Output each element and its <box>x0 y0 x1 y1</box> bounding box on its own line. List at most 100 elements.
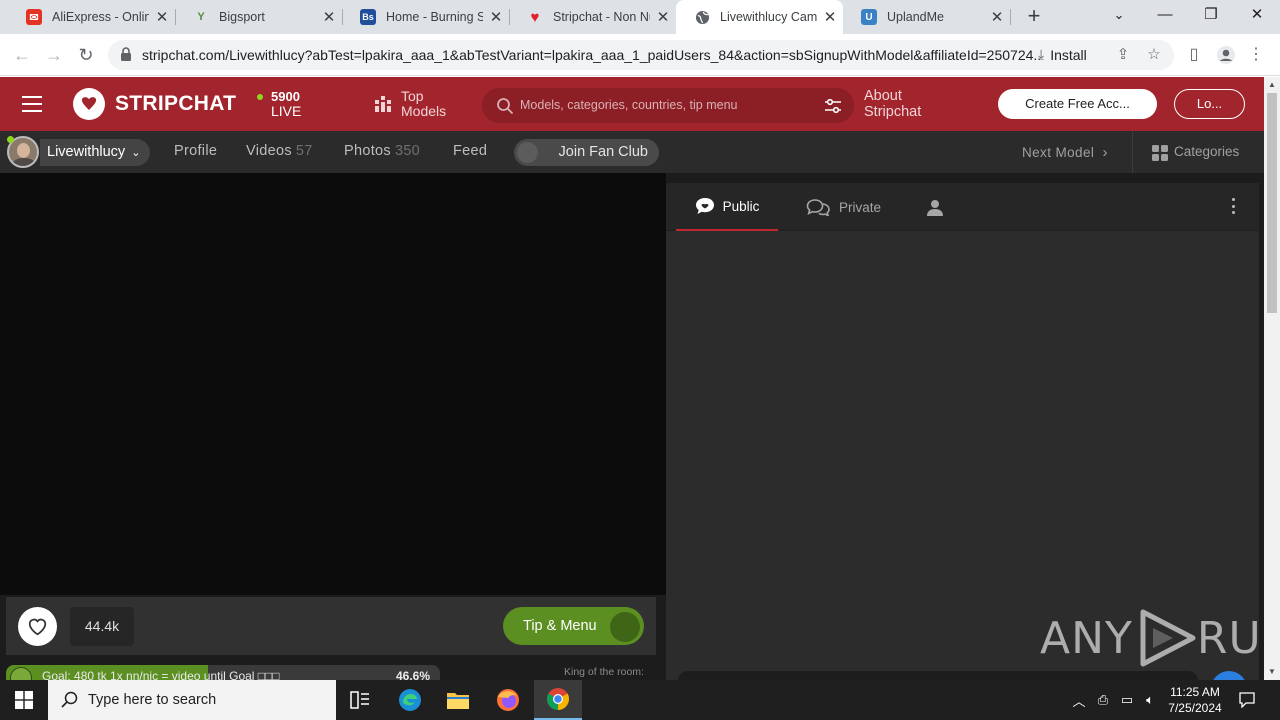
firefox-icon[interactable] <box>484 680 532 720</box>
side-panel-icon[interactable]: ▯ <box>1183 44 1205 66</box>
next-model-button[interactable]: Next Model › <box>1022 144 1108 161</box>
photos-link[interactable]: Photos 350 <box>344 143 420 159</box>
file-explorer-icon[interactable] <box>434 680 482 720</box>
browser-tab-uplandme[interactable]: U UplandMe ✕ <box>843 0 1010 34</box>
volume-icon[interactable]: 🔈︎ <box>1140 680 1160 720</box>
tab-public-chat[interactable]: Public <box>676 183 778 231</box>
tab-title: UplandMe <box>887 10 944 24</box>
edge-icon[interactable] <box>386 680 434 720</box>
about-stripchat-link[interactable]: About Stripchat <box>864 88 921 120</box>
tab-search-icon[interactable]: ⌄ <box>1096 0 1142 30</box>
taskbar-search-input[interactable]: Type here to search <box>48 680 336 720</box>
categories-button[interactable]: Categories <box>1132 131 1264 173</box>
tip-menu-button[interactable]: Tip & Menu <box>503 607 644 645</box>
tab-title: Home - Burning S <box>386 10 483 24</box>
videos-link[interactable]: Videos 57 <box>246 143 313 159</box>
tab-private-chat[interactable]: Private <box>806 183 881 231</box>
uplandme-icon: U <box>861 9 877 25</box>
join-fan-club-button[interactable]: Join Fan Club <box>514 139 659 166</box>
close-tab-icon[interactable]: ✕ <box>149 8 175 26</box>
filter-sliders-icon[interactable] <box>824 97 842 115</box>
browser-tab-aliexpress[interactable]: ✉ AliExpress - Online ✕ <box>8 0 175 34</box>
url-text[interactable]: stripchat.com/Livewithlucy?abTest=lpakir… <box>142 47 1042 63</box>
close-tab-icon[interactable]: ✕ <box>984 8 1010 26</box>
forward-button[interactable]: → <box>42 43 66 67</box>
tab-title: AliExpress - Online <box>52 10 149 24</box>
chat-menu-kebab-icon[interactable] <box>1232 198 1236 216</box>
scrollbar-thumb[interactable] <box>1267 93 1277 313</box>
fan-club-toggle-knob <box>517 142 538 163</box>
task-view-icon[interactable] <box>336 680 384 720</box>
browser-tab-burning[interactable]: Bs Home - Burning S ✕ <box>342 0 509 34</box>
taskbar-search-placeholder: Type here to search <box>88 692 217 708</box>
close-tab-icon[interactable]: ✕ <box>817 8 843 26</box>
live-dot-icon <box>257 94 263 100</box>
bookmark-star-icon[interactable]: ☆ <box>1145 46 1163 64</box>
browser-tab-livewithlucy[interactable]: Livewithlucy Cam ✕ <box>676 0 843 34</box>
notifications-icon[interactable] <box>1236 680 1258 720</box>
tray-chevron-up-icon[interactable]: ︿ <box>1070 680 1088 720</box>
chrome-icon[interactable] <box>534 680 582 720</box>
scroll-down-icon[interactable]: ▼ <box>1267 667 1277 677</box>
model-name: Livewithlucy <box>47 144 126 160</box>
minimize-button[interactable]: — <box>1142 0 1188 30</box>
about-line1: About <box>864 88 902 104</box>
network-icon[interactable]: ▭ <box>1118 680 1136 720</box>
site-search-input[interactable]: Models, categories, countries, tip menu <box>482 88 854 123</box>
browser-toolbar: ← → ↻ stripchat.com/Livewithlucy?abTest=… <box>0 34 1280 76</box>
share-icon[interactable]: ⇪ <box>1114 46 1132 64</box>
browser-tab-stripchat[interactable]: ♥ Stripchat - Non Nu ✕ <box>509 0 676 34</box>
chevron-down-icon: ⌄ <box>131 147 141 159</box>
address-bar[interactable]: stripchat.com/Livewithlucy?abTest=lpakir… <box>108 40 1174 70</box>
top-models-icon <box>375 96 391 112</box>
new-tab-button[interactable]: + <box>1022 4 1046 28</box>
lock-icon <box>121 47 131 61</box>
king-of-room-label: King of the room: <box>564 666 644 678</box>
chat-panel: Public Private <box>666 183 1259 707</box>
chat-bubble-icon <box>695 198 714 214</box>
stripchat-logo[interactable]: STRIPCHAT <box>73 88 236 120</box>
private-chat-icon <box>806 199 830 216</box>
about-line2: Stripchat <box>864 104 922 120</box>
close-tab-icon[interactable]: ✕ <box>650 8 676 26</box>
online-status-dot <box>7 136 14 143</box>
back-button[interactable]: ← <box>10 43 34 67</box>
categories-label: Categories <box>1174 144 1240 159</box>
page-scrollbar[interactable]: ▲ ▼ <box>1264 77 1280 680</box>
close-window-button[interactable]: ✕ <box>1234 0 1280 30</box>
tray-network-device-icon[interactable]: ⎙ <box>1094 680 1112 720</box>
tab-users[interactable] <box>927 183 951 231</box>
top-models-link[interactable]: Top Models <box>375 89 446 119</box>
hamburger-menu-icon[interactable] <box>22 96 42 112</box>
model-name-dropdown[interactable]: Livewithlucy ⌄ <box>40 139 150 166</box>
feed-link[interactable]: Feed <box>453 143 487 159</box>
tab-title: Bigsport <box>219 10 265 24</box>
favorite-button[interactable] <box>18 607 57 646</box>
windows-start-button[interactable] <box>0 680 48 720</box>
browser-tab-bigsport[interactable]: Y Bigsport ✕ <box>175 0 342 34</box>
taskbar-clock[interactable]: 11:25 AM 7/25/2024 <box>1160 684 1230 716</box>
scroll-up-icon[interactable]: ▲ <box>1267 80 1277 90</box>
profile-link[interactable]: Profile <box>174 143 217 159</box>
close-tab-icon[interactable]: ✕ <box>483 8 509 26</box>
private-tab-label: Private <box>839 199 882 215</box>
restore-button[interactable]: ❐ <box>1188 0 1234 30</box>
tip-menu-label: Tip & Menu <box>523 618 597 634</box>
user-icon <box>927 199 943 216</box>
heart-icon: ♥ <box>530 8 540 26</box>
player-controls: 44.4k Tip & Menu <box>6 597 656 655</box>
install-app-button[interactable]: ⤓ Install <box>1038 46 1087 63</box>
top-models-line1: Top <box>401 88 424 104</box>
videos-count: 57 <box>295 143 313 159</box>
login-button[interactable]: Lo... <box>1174 89 1245 119</box>
live-count[interactable]: 5900 LIVE <box>257 89 301 119</box>
profile-icon[interactable] <box>1215 44 1237 66</box>
create-account-button[interactable]: Create Free Acc... <box>998 89 1157 119</box>
feed-link-label: Feed <box>453 143 488 159</box>
close-tab-icon[interactable]: ✕ <box>316 8 342 26</box>
reload-button[interactable]: ↻ <box>74 43 98 67</box>
menu-kebab-icon[interactable]: ⋮ <box>1245 44 1267 66</box>
install-icon: ⤓ <box>1038 46 1045 62</box>
live-count-label: LIVE <box>271 103 302 119</box>
video-player[interactable] <box>0 173 666 595</box>
